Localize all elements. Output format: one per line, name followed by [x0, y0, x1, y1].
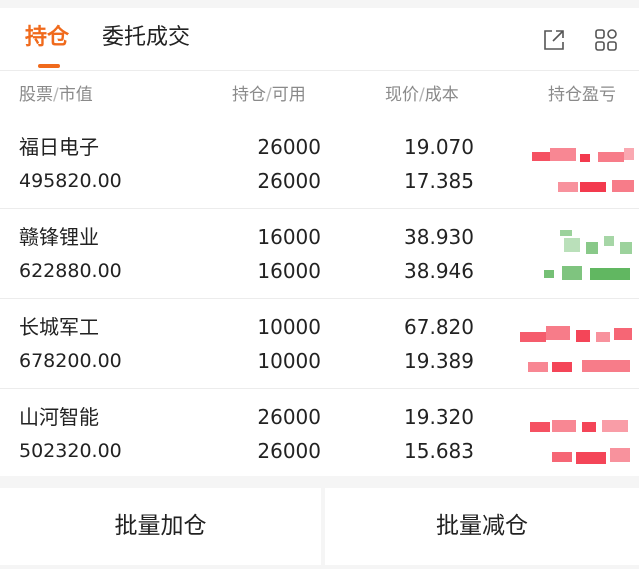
stock-name: 赣锋锂业: [19, 225, 99, 249]
pnl-redacted: [520, 326, 632, 372]
header-available: 可用: [271, 85, 306, 105]
pnl-redacted: [544, 230, 632, 280]
position-qty: 10000: [257, 315, 321, 339]
position-qty: 26000: [257, 405, 321, 429]
header-pnl[interactable]: 持仓盈亏: [548, 83, 639, 107]
header-position: 持仓: [232, 85, 266, 105]
stock-name: 福日电子: [19, 135, 99, 159]
market-value: 502320.00: [19, 440, 122, 462]
market-value: 678200.00: [19, 350, 122, 372]
header-price-cost[interactable]: 现价/成本: [385, 83, 459, 107]
stock-name: 山河智能: [19, 405, 99, 429]
tab-bar: 持仓 委托成交: [0, 8, 639, 68]
row-divider: [0, 298, 639, 299]
active-tab-indicator: [38, 64, 60, 68]
cost-price: 19.389: [404, 349, 474, 373]
table-row[interactable]: 福日电子 495820.00 26000 26000 19.070 17.385: [0, 120, 639, 209]
available-qty: 26000: [257, 169, 321, 193]
header-price: 现价: [385, 85, 419, 105]
cost-price: 15.683: [404, 439, 474, 463]
header-market-value: 市值: [58, 85, 93, 105]
header-pnl-label: 持仓盈亏: [548, 85, 616, 105]
current-price: 19.070: [404, 135, 474, 159]
grid-icon[interactable]: [594, 28, 618, 52]
current-price: 19.320: [404, 405, 474, 429]
available-qty: 10000: [257, 349, 321, 373]
row-divider: [0, 388, 639, 389]
cost-price: 17.385: [404, 169, 474, 193]
row-divider: [0, 208, 639, 209]
header-stock: 股票: [19, 85, 53, 105]
table-row[interactable]: 长城军工 678200.00 10000 10000 67.820 19.389: [0, 300, 639, 389]
column-header-row: 股票/市值 持仓/可用 现价/成本 持仓盈亏: [0, 70, 639, 121]
cost-price: 38.946: [404, 259, 474, 283]
current-price: 67.820: [404, 315, 474, 339]
available-qty: 16000: [257, 259, 321, 283]
header-stock-market-value[interactable]: 股票/市值: [19, 83, 93, 107]
stock-name: 长城军工: [19, 315, 99, 339]
header-position-available[interactable]: 持仓/可用: [232, 83, 306, 107]
external-link-icon[interactable]: [542, 28, 566, 52]
tab-orders-trades[interactable]: 委托成交: [102, 24, 190, 52]
available-qty: 26000: [257, 439, 321, 463]
position-qty: 16000: [257, 225, 321, 249]
header-cost: 成本: [424, 85, 459, 105]
pnl-redacted: [530, 420, 630, 464]
table-row[interactable]: 赣锋锂业 622880.00 16000 16000 38.930 38.946: [0, 210, 639, 299]
table-row[interactable]: 山河智能 502320.00 26000 26000 19.320 15.683: [0, 390, 639, 479]
position-qty: 26000: [257, 135, 321, 159]
batch-reduce-button[interactable]: 批量减仓: [325, 488, 639, 565]
batch-add-button[interactable]: 批量加仓: [0, 488, 321, 565]
pnl-redacted: [532, 148, 634, 192]
market-value: 495820.00: [19, 170, 122, 192]
holdings-panel: 持仓 委托成交 股票/市值 持仓/可用 现价/成本 持仓盈亏 福日电子 4958…: [0, 8, 639, 476]
market-value: 622880.00: [19, 260, 122, 282]
bottom-action-bar: 批量加仓 批量减仓: [0, 488, 639, 565]
tab-holdings[interactable]: 持仓: [25, 24, 69, 52]
current-price: 38.930: [404, 225, 474, 249]
top-strip: [0, 0, 639, 8]
